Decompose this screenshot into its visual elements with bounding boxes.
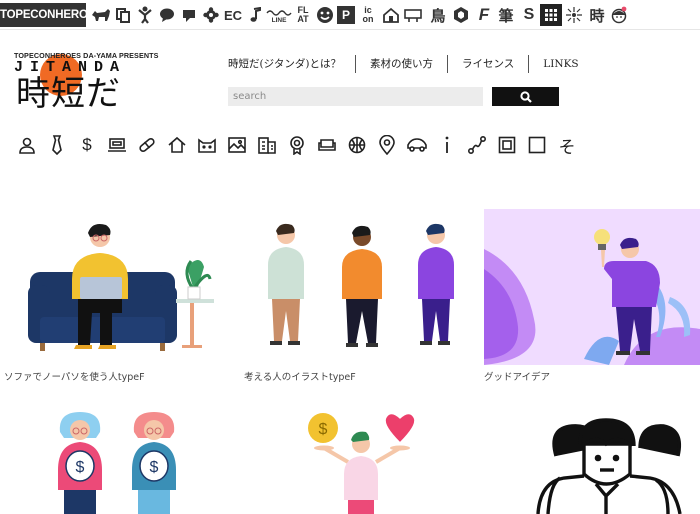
nav-about[interactable]: 時短だ(ジタンダ)とは？ <box>228 55 355 73</box>
category-laptop-icon[interactable] <box>106 134 128 156</box>
brush-icon[interactable]: 筆 <box>495 4 517 26</box>
gallery-card-thinking-people[interactable] <box>244 207 474 367</box>
site-logo[interactable]: TOPECONHEROES DA-YAMA PRESENTS JITANDA 時… <box>14 48 174 114</box>
bird-icon[interactable]: 鳥 <box>427 4 449 26</box>
svg-text:$: $ <box>76 459 85 476</box>
category-hiragana-so-icon[interactable]: そ <box>556 134 578 158</box>
nav-links[interactable]: LINKS <box>528 55 592 73</box>
category-building-icon[interactable] <box>256 134 278 156</box>
girl-face-icon[interactable] <box>608 4 630 26</box>
category-dollar-icon[interactable]: $ <box>76 134 98 156</box>
sparkle-icon[interactable] <box>563 4 585 26</box>
gallery-card-money-people[interactable]: $ $ <box>0 404 220 514</box>
illustration-thinking-people <box>268 223 454 347</box>
category-route-icon[interactable] <box>466 134 488 156</box>
arrow-icon[interactable] <box>178 4 200 26</box>
gallery-card-money-or-love[interactable]: $ <box>244 404 474 514</box>
gallery-card-line-art-group[interactable] <box>484 404 700 514</box>
speech-bubble-icon[interactable] <box>156 4 178 26</box>
clock-kanji-icon[interactable]: 時 <box>586 4 608 26</box>
logo-japanese-title: 時短だ <box>16 74 121 114</box>
music-note-icon[interactable] <box>244 4 266 26</box>
category-car-icon[interactable] <box>406 134 428 156</box>
illustration-money-or-love: $ <box>308 413 415 514</box>
search-button[interactable] <box>492 87 559 106</box>
svg-text:LINE: LINE <box>272 17 287 23</box>
category-house-icon[interactable] <box>166 134 188 156</box>
gear-icon[interactable] <box>200 4 222 26</box>
illustration-good-idea <box>484 209 700 365</box>
parking-icon[interactable]: P <box>337 6 355 24</box>
search-input[interactable] <box>228 87 483 106</box>
network-bar: TOPECONHEROES EC LINE FL AT P ic on 鳥 F … <box>0 0 700 30</box>
font-icon[interactable]: F <box>473 4 495 26</box>
nav-how-to-use[interactable]: 素材の使い方 <box>354 55 447 73</box>
line-icon[interactable]: LINE <box>266 4 292 26</box>
category-cat-icon[interactable] <box>196 134 218 156</box>
category-medal-icon[interactable] <box>286 134 308 156</box>
animal-icon[interactable] <box>90 4 112 26</box>
main-nav: 時短だ(ジタンダ)とは？ 素材の使い方 ライセンス LINKS <box>228 55 593 73</box>
house-icon[interactable] <box>380 4 402 26</box>
person-icon[interactable] <box>134 4 156 26</box>
smiley-icon[interactable] <box>314 4 336 26</box>
illustration-money-people: $ $ <box>58 412 176 514</box>
gallery-caption[interactable]: ソファでノーパソを使う人typeF <box>4 369 145 383</box>
illustration-line-art-group <box>536 418 682 514</box>
ec-icon[interactable]: EC <box>222 4 244 26</box>
icon-text-icon[interactable]: ic on <box>360 4 376 26</box>
category-pill-icon[interactable] <box>136 134 158 156</box>
sign-icon[interactable] <box>402 4 424 26</box>
category-pin-icon[interactable] <box>376 134 398 156</box>
gallery-card-sofa[interactable] <box>0 207 220 367</box>
s-icon[interactable]: S <box>518 4 540 26</box>
svg-text:$: $ <box>319 421 328 438</box>
category-info-icon[interactable] <box>436 134 458 156</box>
illustration-sofa-laptop <box>28 224 214 351</box>
category-sofa-icon[interactable] <box>316 134 338 156</box>
category-frame-icon[interactable] <box>496 134 518 156</box>
flat-icon[interactable]: FL AT <box>294 4 312 26</box>
gallery-card-good-idea[interactable] <box>484 209 700 365</box>
category-image-icon[interactable] <box>226 134 248 156</box>
gallery-caption[interactable]: 考える人のイラストtypeF <box>244 369 356 383</box>
gallery-caption[interactable]: グッドアイデア <box>484 369 550 383</box>
network-brand-badge[interactable]: TOPECONHEROES <box>0 3 103 27</box>
copy-icon[interactable] <box>112 4 134 26</box>
category-ball-icon[interactable] <box>346 134 368 156</box>
nav-license[interactable]: ライセンス <box>446 55 528 73</box>
category-tie-icon[interactable] <box>46 134 68 156</box>
hexagon-icon[interactable] <box>450 4 472 26</box>
category-person-icon[interactable] <box>16 134 38 156</box>
search-icon <box>519 90 532 103</box>
category-square-icon[interactable] <box>526 134 548 156</box>
grid-icon[interactable] <box>540 4 562 26</box>
svg-text:$: $ <box>150 459 159 476</box>
